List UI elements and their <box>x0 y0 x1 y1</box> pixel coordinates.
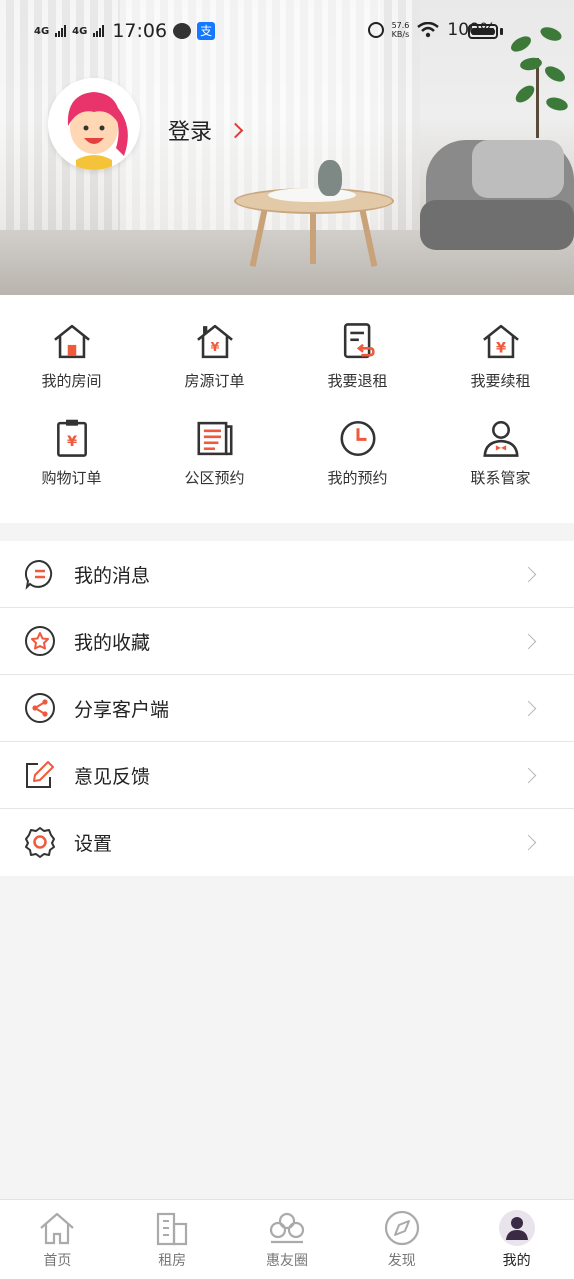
menu-item-feedback[interactable]: 意见反馈 <box>0 742 574 809</box>
signal-icon <box>55 25 67 37</box>
nav-label: 我的 <box>502 1253 531 1269</box>
butler-icon <box>482 420 519 457</box>
chevron-right-icon <box>520 767 537 783</box>
nav-item-mine[interactable]: 我的 <box>459 1200 574 1279</box>
menu-item-favorites[interactable]: 我的收藏 <box>0 608 574 675</box>
menu-item-label: 设置 <box>74 833 113 855</box>
grid-item-label: 我的房间 <box>41 372 102 390</box>
clock-icon <box>339 420 376 457</box>
network-type-2: 4G <box>72 25 88 37</box>
grid-item-shop-orders[interactable]: ¥ 购物订单 <box>0 392 143 488</box>
grid-item-label: 我的预约 <box>327 469 388 487</box>
grid-item-room-orders[interactable]: ¥ 房源订单 <box>143 295 286 391</box>
chevron-right-icon <box>520 834 537 851</box>
user-icon <box>498 1210 535 1246</box>
star-icon <box>25 626 55 656</box>
svg-text:¥: ¥ <box>210 340 219 355</box>
share-icon <box>25 693 55 723</box>
newspaper-icon <box>196 421 233 456</box>
battery-icon <box>468 24 498 39</box>
menu-item-messages[interactable]: 我的消息 <box>0 541 574 608</box>
house-yen-renew-icon: ¥ <box>482 324 519 359</box>
bottom-nav: 首页 租房 惠友圈 发现 我的 <box>0 1199 574 1279</box>
avatar[interactable] <box>48 78 140 170</box>
nav-label: 惠友圈 <box>265 1253 308 1269</box>
alipay-icon: 支 <box>197 22 216 40</box>
armchair <box>414 140 574 260</box>
net-speed-value: 57.6 <box>391 21 410 30</box>
alarm-icon <box>367 22 384 38</box>
grid-item-label: 联系管家 <box>470 469 531 487</box>
nav-item-circle[interactable]: 惠友圈 <box>230 1200 345 1279</box>
clock-time: 17:06 <box>112 20 168 42</box>
grid-item-label: 公区预约 <box>184 469 245 487</box>
house-yen-icon: ¥ <box>196 324 233 359</box>
svg-text:¥: ¥ <box>66 434 76 450</box>
compass-icon <box>384 1210 419 1246</box>
nav-item-rent[interactable]: 租房 <box>115 1200 230 1279</box>
grid-item-public-booking[interactable]: 公区预约 <box>143 392 286 488</box>
girl-avatar-icon <box>48 78 140 170</box>
battery-tip <box>500 28 503 35</box>
menu-item-label: 分享客户端 <box>74 698 170 721</box>
network-type: 4G <box>34 25 50 37</box>
nav-item-discover[interactable]: 发现 <box>344 1200 459 1279</box>
menu-item-settings[interactable]: 设置 <box>0 809 574 876</box>
grid-item-label: 我要退租 <box>327 372 388 390</box>
nav-label: 租房 <box>158 1253 187 1269</box>
chat-notification-icon <box>173 23 192 39</box>
table-leg <box>310 210 316 264</box>
plate <box>268 188 356 202</box>
grid-item-label: 我要续租 <box>470 372 531 390</box>
menu-list: 我的消息 我的收藏 分享客户端 意见反馈 设置 <box>0 541 574 876</box>
chevron-right-icon <box>520 633 537 649</box>
home-icon <box>40 1212 75 1245</box>
chevron-right-icon <box>520 566 537 582</box>
menu-item-label: 我的收藏 <box>74 631 151 654</box>
building-icon <box>157 1212 188 1246</box>
menu-item-label: 我的消息 <box>74 564 151 587</box>
svg-text:¥: ¥ <box>495 341 505 357</box>
wifi-icon <box>417 22 440 38</box>
gear-icon <box>25 827 55 858</box>
net-speed: 57.6 KB/s <box>392 21 410 39</box>
grid-item-label: 房源订单 <box>184 372 245 390</box>
net-speed-unit: KB/s <box>391 30 410 39</box>
grid-item-contact-butler[interactable]: 联系管家 <box>429 392 572 488</box>
chevron-right-icon <box>227 122 244 138</box>
function-grid: 我的房间 ¥ 房源订单 我要退租 ¥ 我要续租 ¥ 购物订单 公区预约 我的预约… <box>0 295 574 523</box>
login-label: 登录 <box>168 120 213 145</box>
profile-header: 4G 4G 17:06 支 57.6 KB/s 100% 登录 <box>0 0 574 295</box>
login-link[interactable]: 登录 <box>168 114 244 146</box>
nav-label: 首页 <box>43 1253 72 1269</box>
vase <box>318 160 342 196</box>
grid-item-renew[interactable]: ¥ 我要续租 <box>429 295 572 391</box>
menu-item-share[interactable]: 分享客户端 <box>0 675 574 742</box>
grid-item-my-booking[interactable]: 我的预约 <box>286 392 429 488</box>
nav-item-home[interactable]: 首页 <box>0 1200 115 1279</box>
nav-label: 发现 <box>387 1253 416 1269</box>
grid-item-checkout[interactable]: 我要退租 <box>286 295 429 391</box>
edit-icon <box>26 761 54 788</box>
grid-item-my-room[interactable]: 我的房间 <box>0 295 143 391</box>
chevron-right-icon <box>520 700 537 716</box>
document-return-icon <box>343 323 375 359</box>
message-icon <box>24 559 53 590</box>
signal-icon-2 <box>93 25 105 37</box>
grid-item-label: 购物订单 <box>41 469 102 487</box>
clipboard-yen-icon: ¥ <box>56 419 87 457</box>
house-icon <box>53 324 90 359</box>
group-icon <box>269 1212 305 1244</box>
menu-item-label: 意见反馈 <box>74 765 151 788</box>
status-bar: 4G 4G 17:06 支 57.6 KB/s 100% <box>0 0 574 62</box>
